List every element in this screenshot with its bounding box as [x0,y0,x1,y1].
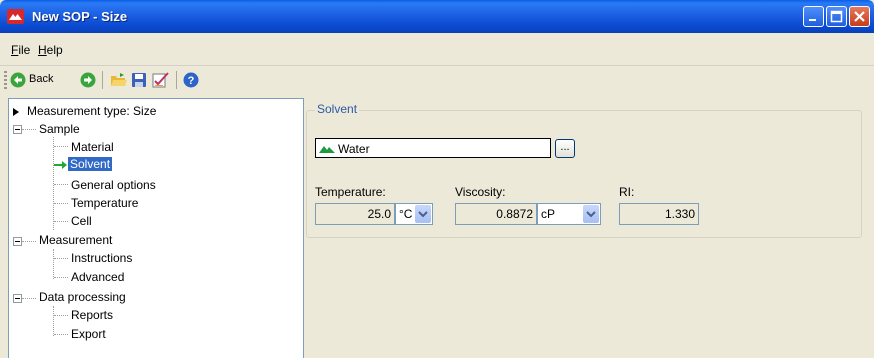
maximize-icon [830,10,843,23]
sop-tree[interactable]: Measurement type: Size Sample Material S… [8,98,304,358]
tree-connector [54,146,68,147]
menu-bar: File Help [0,33,874,66]
help-icon: ? [183,72,199,88]
tree-item-temperature[interactable]: Temperature [71,196,138,210]
menu-file[interactable]: File [11,43,30,57]
collapse-sample-icon[interactable] [13,125,22,134]
tree-item-material[interactable]: Material [71,140,114,154]
tree-connector [54,203,68,204]
back-button[interactable]: Back [10,71,68,89]
checklist-icon [152,72,169,88]
tree-connector [22,298,36,299]
save-disk-icon [132,73,146,87]
tree-connector [53,306,54,336]
minimize-button[interactable] [803,6,824,27]
solvent-groupbox: Solvent Water ... Temperature: 25.0 °C V… [306,102,862,238]
open-button[interactable] [110,71,128,89]
chevron-down-icon[interactable] [583,205,599,223]
tree-connector [54,315,68,316]
tree-connector [22,241,36,242]
browse-solvent-button[interactable]: ... [555,139,575,158]
tree-connector [22,129,36,130]
minimize-icon [809,19,816,21]
help-button[interactable]: ? [183,71,199,89]
tree-connector [54,184,68,185]
toolbar-grip[interactable] [4,71,7,89]
temperature-label: Temperature: [315,185,386,199]
back-arrow-icon [10,72,26,88]
solvent-group-title: Solvent [315,102,360,116]
solvent-value: Water [338,142,370,156]
temperature-value[interactable]: 25.0 [315,203,395,225]
menu-help[interactable]: Help [38,43,63,57]
viscosity-unit-select[interactable]: cP [537,203,601,225]
viscosity-label: Viscosity: [455,185,506,199]
tree-item-measurement-type[interactable]: Measurement type: Size [27,104,156,118]
tree-item-solvent[interactable]: Solvent [68,157,113,171]
svg-text:?: ? [188,75,195,87]
solvent-page: Solvent Water ... Temperature: 25.0 °C V… [306,98,874,358]
ri-label: RI: [619,185,635,199]
tree-connector [54,221,68,222]
tree-item-cell[interactable]: Cell [71,214,92,228]
temperature-unit-select[interactable]: °C [395,203,433,225]
forward-button[interactable] [80,71,96,89]
check-sop-button[interactable] [152,71,170,89]
tree-item-advanced[interactable]: Advanced [71,270,124,284]
tree-connector [54,258,68,259]
tree-item-reports[interactable]: Reports [71,308,113,322]
ri-value[interactable]: 1.330 [619,203,699,225]
toolbar: Back ? [0,66,874,94]
tree-item-instructions[interactable]: Instructions [71,251,132,265]
tree-item-measurement[interactable]: Measurement [39,233,112,247]
app-logo-icon [7,9,24,24]
collapse-measurement-icon[interactable] [13,237,22,246]
close-button[interactable] [849,6,870,27]
tree-item-sample[interactable]: Sample [39,122,80,136]
green-arrow-icon [54,161,67,169]
toolbar-separator [102,71,103,89]
triangle-right-icon [13,108,19,116]
tree-connector [54,277,68,278]
forward-arrow-icon [80,72,96,88]
solvent-field[interactable]: Water [315,138,551,158]
close-icon [854,11,865,22]
solvent-mountain-icon [319,146,335,153]
window-title: New SOP - Size [32,9,128,24]
maximize-button[interactable] [826,6,847,27]
toolbar-separator [176,71,177,89]
tree-connector [53,249,54,279]
tree-item-data-processing[interactable]: Data processing [39,290,126,304]
viscosity-value[interactable]: 0.8872 [455,203,537,225]
tree-connector [54,334,68,335]
title-bar[interactable]: New SOP - Size [0,0,874,33]
open-folder-icon [111,73,127,86]
collapse-data-processing-icon[interactable] [13,294,22,303]
chevron-down-icon[interactable] [415,205,431,223]
save-button[interactable] [131,71,147,89]
tree-item-export[interactable]: Export [71,327,106,341]
tree-item-general-options[interactable]: General options [71,178,156,192]
